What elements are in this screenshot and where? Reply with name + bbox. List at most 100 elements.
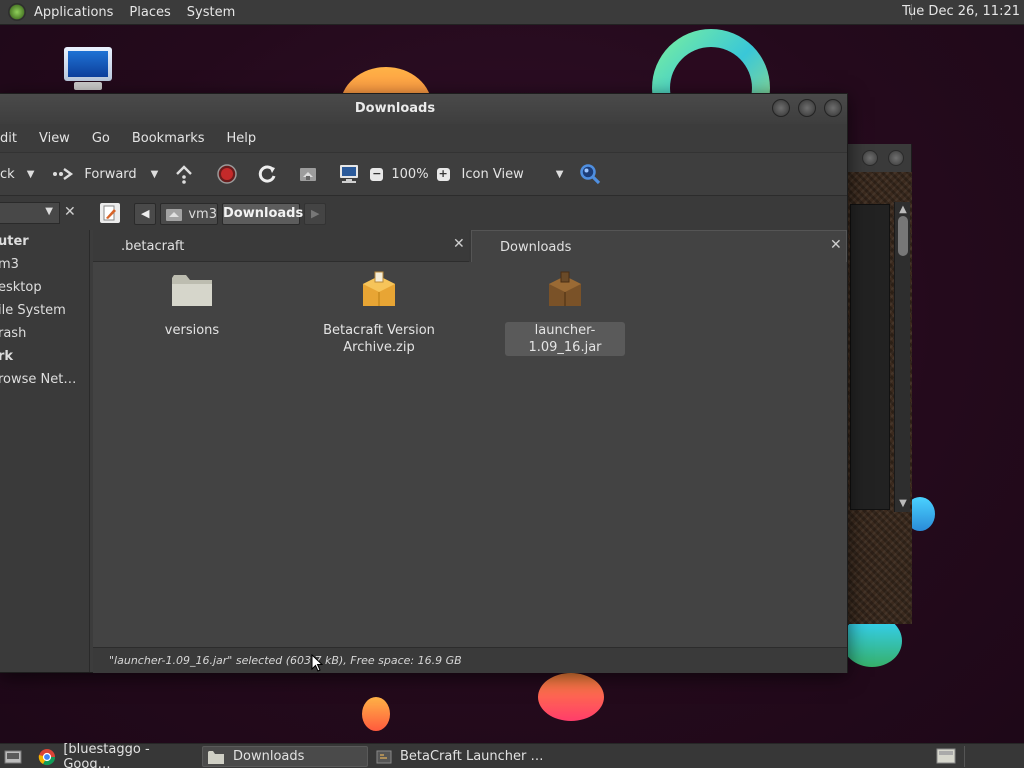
reload-icon: [259, 165, 276, 183]
mouse-cursor-icon: [311, 654, 323, 672]
sidebar-section-network: rk: [0, 349, 14, 364]
menu-bookmarks[interactable]: Bookmarks: [132, 131, 205, 146]
breadcrumb-downloads[interactable]: Downloads: [222, 203, 304, 225]
maximize-button[interactable]: [888, 150, 904, 166]
places-menu[interactable]: Places: [129, 5, 170, 20]
computer-icon: [340, 165, 359, 183]
plus-icon: +: [436, 166, 450, 181]
scrollbar[interactable]: ▲ ▼: [894, 202, 910, 512]
file-name: launcher-1.09_16.jar: [505, 322, 625, 356]
sidebar-item-desktop[interactable]: esktop: [0, 280, 42, 295]
maximize-button[interactable]: [798, 99, 816, 117]
computer-button[interactable]: [338, 159, 360, 189]
home-folder-icon: [166, 209, 182, 221]
workspace-switcher-icon[interactable]: [936, 747, 956, 765]
menubar: dit View Go Bookmarks Help: [0, 124, 847, 152]
distro-logo-icon[interactable]: [8, 3, 26, 21]
breadcrumb-downloads-label: Downloads: [223, 206, 304, 221]
forward-label: Forward: [84, 166, 137, 182]
menu-go[interactable]: Go: [92, 131, 110, 146]
menu-edit[interactable]: dit: [0, 131, 17, 146]
file-manager-window: Downloads dit View Go Bookmarks Help ck …: [0, 93, 848, 673]
zoom-level[interactable]: 100%: [391, 159, 428, 189]
file-item[interactable]: versions: [132, 270, 252, 339]
tab-betacraft[interactable]: .betacraft ✕: [93, 230, 469, 262]
search-button[interactable]: [579, 159, 601, 189]
places-dropdown-icon[interactable]: ▼: [45, 206, 53, 217]
home-icon: [300, 168, 317, 181]
sidebar-section-computer: uter: [0, 234, 29, 249]
sidebar-item-vm3[interactable]: m3: [0, 257, 19, 272]
breadcrumb-vm3[interactable]: vm3: [160, 203, 218, 225]
back-history-dropdown-icon[interactable]: ▼: [27, 169, 35, 180]
home-button[interactable]: [298, 159, 318, 189]
places-sidebar: uter m3 esktop ile System rash rk rowse …: [0, 230, 90, 672]
taskbar: [bluestaggo - Goog… Downloads BetaCraft …: [0, 742, 1024, 768]
sidebar-places-select[interactable]: ▼: [0, 202, 60, 224]
icon-view[interactable]: versions Betacraft Version Archive.zip l…: [93, 262, 847, 648]
edit-location-icon: [103, 205, 116, 221]
sidebar-item-browse-network[interactable]: rowse Net…: [0, 372, 76, 387]
tab-label: Downloads: [500, 240, 572, 255]
view-mode-select[interactable]: Icon View ▼: [462, 159, 564, 189]
menu-view[interactable]: View: [39, 131, 70, 146]
taskbar-separator: [964, 746, 965, 767]
stop-button[interactable]: [216, 159, 238, 189]
toggle-location-button[interactable]: [100, 203, 120, 223]
minimize-button[interactable]: [862, 150, 878, 166]
chevron-left-icon: ◀: [141, 207, 150, 220]
up-button[interactable]: [174, 159, 194, 189]
sidebar-item-trash[interactable]: rash: [0, 326, 26, 341]
location-bar: ▼ ✕ ◀ vm3 Downloads ▶: [0, 196, 847, 230]
forward-button[interactable]: Forward ▼: [52, 159, 158, 189]
scroll-down-icon[interactable]: ▼: [897, 498, 909, 510]
zoom-out-button[interactable]: −: [370, 159, 384, 189]
scroll-up-icon[interactable]: ▲: [897, 204, 909, 216]
zoom-in-button[interactable]: +: [436, 159, 450, 189]
window-title: Downloads: [354, 101, 436, 116]
toolbar: ck ▼ Forward ▼ − 100% + Icon View ▼: [0, 152, 847, 196]
view-mode-dropdown-icon[interactable]: ▼: [556, 169, 564, 180]
forward-history-dropdown-icon[interactable]: ▼: [151, 169, 159, 180]
breadcrumb-back-button[interactable]: ◀: [134, 203, 156, 225]
task-betacraft[interactable]: BetaCraft Launcher …: [374, 746, 544, 767]
breadcrumb-vm3-label: vm3: [188, 206, 217, 222]
wallpaper-orange-blob-bottom: [538, 673, 604, 721]
close-button[interactable]: [824, 99, 842, 117]
betacraft-titlebar[interactable]: [848, 144, 911, 172]
minimize-button[interactable]: [772, 99, 790, 117]
chrome-icon: [38, 748, 56, 765]
forward-arrow-icon: [53, 168, 74, 180]
tab-label: .betacraft: [121, 239, 185, 254]
file-name: versions: [164, 323, 220, 338]
sidebar-item-file-system[interactable]: ile System: [0, 303, 66, 318]
menu-help[interactable]: Help: [227, 131, 257, 146]
changelog-panel: [850, 204, 890, 510]
close-tab-icon[interactable]: ✕: [453, 236, 465, 252]
task-downloads[interactable]: Downloads: [202, 746, 368, 767]
minus-icon: −: [370, 166, 384, 181]
clock[interactable]: Tue Dec 26, 11:21: [902, 4, 1020, 19]
scroll-thumb[interactable]: [898, 216, 908, 256]
java-icon: [376, 750, 392, 763]
reload-button[interactable]: [256, 159, 278, 189]
system-menu[interactable]: System: [187, 5, 235, 20]
betacraft-window[interactable]: ▲ ▼: [848, 144, 912, 624]
titlebar[interactable]: Downloads: [0, 94, 847, 124]
up-arrow-icon: [176, 165, 193, 184]
show-desktop-icon[interactable]: [4, 748, 22, 764]
search-icon: [580, 164, 601, 185]
desktop-computer-icon[interactable]: [62, 47, 114, 95]
task-label: BetaCraft Launcher …: [400, 749, 544, 764]
back-button[interactable]: ck ▼: [0, 159, 34, 189]
file-item[interactable]: Betacraft Version Archive.zip: [319, 270, 439, 356]
chevron-right-icon: ▶: [311, 207, 320, 220]
close-tab-icon[interactable]: ✕: [830, 237, 842, 253]
close-sidebar-icon[interactable]: ✕: [64, 204, 76, 220]
breadcrumb-forward-button[interactable]: ▶: [304, 203, 326, 225]
task-chrome[interactable]: [bluestaggo - Goog…: [36, 742, 196, 768]
applications-menu[interactable]: Applications: [34, 5, 113, 20]
tab-downloads[interactable]: Downloads ✕: [471, 230, 847, 262]
file-item-selected[interactable]: launcher-1.09_16.jar: [505, 270, 625, 356]
task-label: [bluestaggo - Goog…: [63, 741, 150, 768]
